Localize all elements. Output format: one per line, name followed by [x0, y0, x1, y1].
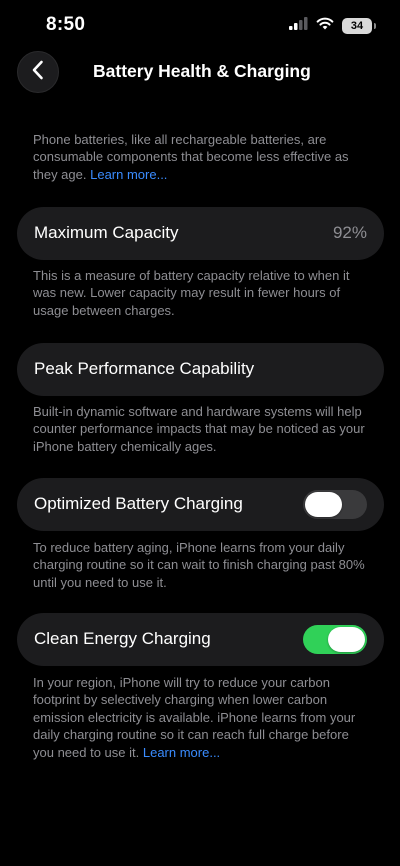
peak-performance-label: Peak Performance Capability [34, 359, 255, 378]
intro-learn-more-link[interactable]: Learn more... [90, 167, 167, 182]
optimized-charging-toggle[interactable] [303, 490, 367, 519]
clean-energy-label: Clean Energy Charging [34, 629, 211, 648]
clean-energy-toggle[interactable] [303, 625, 367, 654]
battery-icon: 34 [342, 18, 376, 34]
maximum-capacity-label: Maximum Capacity [34, 223, 179, 242]
maximum-capacity-row: Maximum Capacity 92% [17, 207, 384, 260]
back-button[interactable] [17, 51, 59, 93]
status-bar: 8:50 34 [0, 0, 400, 52]
status-icons: 34 [289, 16, 376, 36]
battery-level: 34 [350, 20, 364, 32]
optimized-charging-row: Optimized Battery Charging [17, 478, 384, 531]
toggle-knob [328, 627, 365, 652]
cellular-signal-icon [289, 17, 308, 35]
optimized-charging-footer: To reduce battery aging, iPhone learns f… [33, 540, 365, 590]
maximum-capacity-value: 92% [332, 223, 367, 242]
maximum-capacity-footer: This is a measure of battery capacity re… [33, 268, 350, 318]
status-time: 8:50 [46, 14, 86, 35]
clean-energy-row: Clean Energy Charging [17, 613, 384, 666]
intro-text: Phone batteries, like all rechargeable b… [33, 132, 349, 182]
intro-description: Phone batteries, like all rechargeable b… [33, 131, 373, 183]
peak-performance-footer: Built-in dynamic software and hardware s… [33, 404, 365, 454]
chevron-left-icon [31, 60, 45, 85]
optimized-charging-label: Optimized Battery Charging [34, 494, 243, 513]
toggle-knob [305, 492, 342, 517]
nav-bar: Battery Health & Charging [0, 48, 400, 96]
wifi-icon [316, 17, 334, 35]
page-title: Battery Health & Charging [93, 61, 311, 81]
clean-energy-learn-more-link[interactable]: Learn more... [143, 745, 220, 760]
clean-energy-footer: In your region, iPhone will try to reduc… [33, 674, 373, 761]
peak-performance-row[interactable]: Peak Performance Capability [17, 343, 384, 396]
